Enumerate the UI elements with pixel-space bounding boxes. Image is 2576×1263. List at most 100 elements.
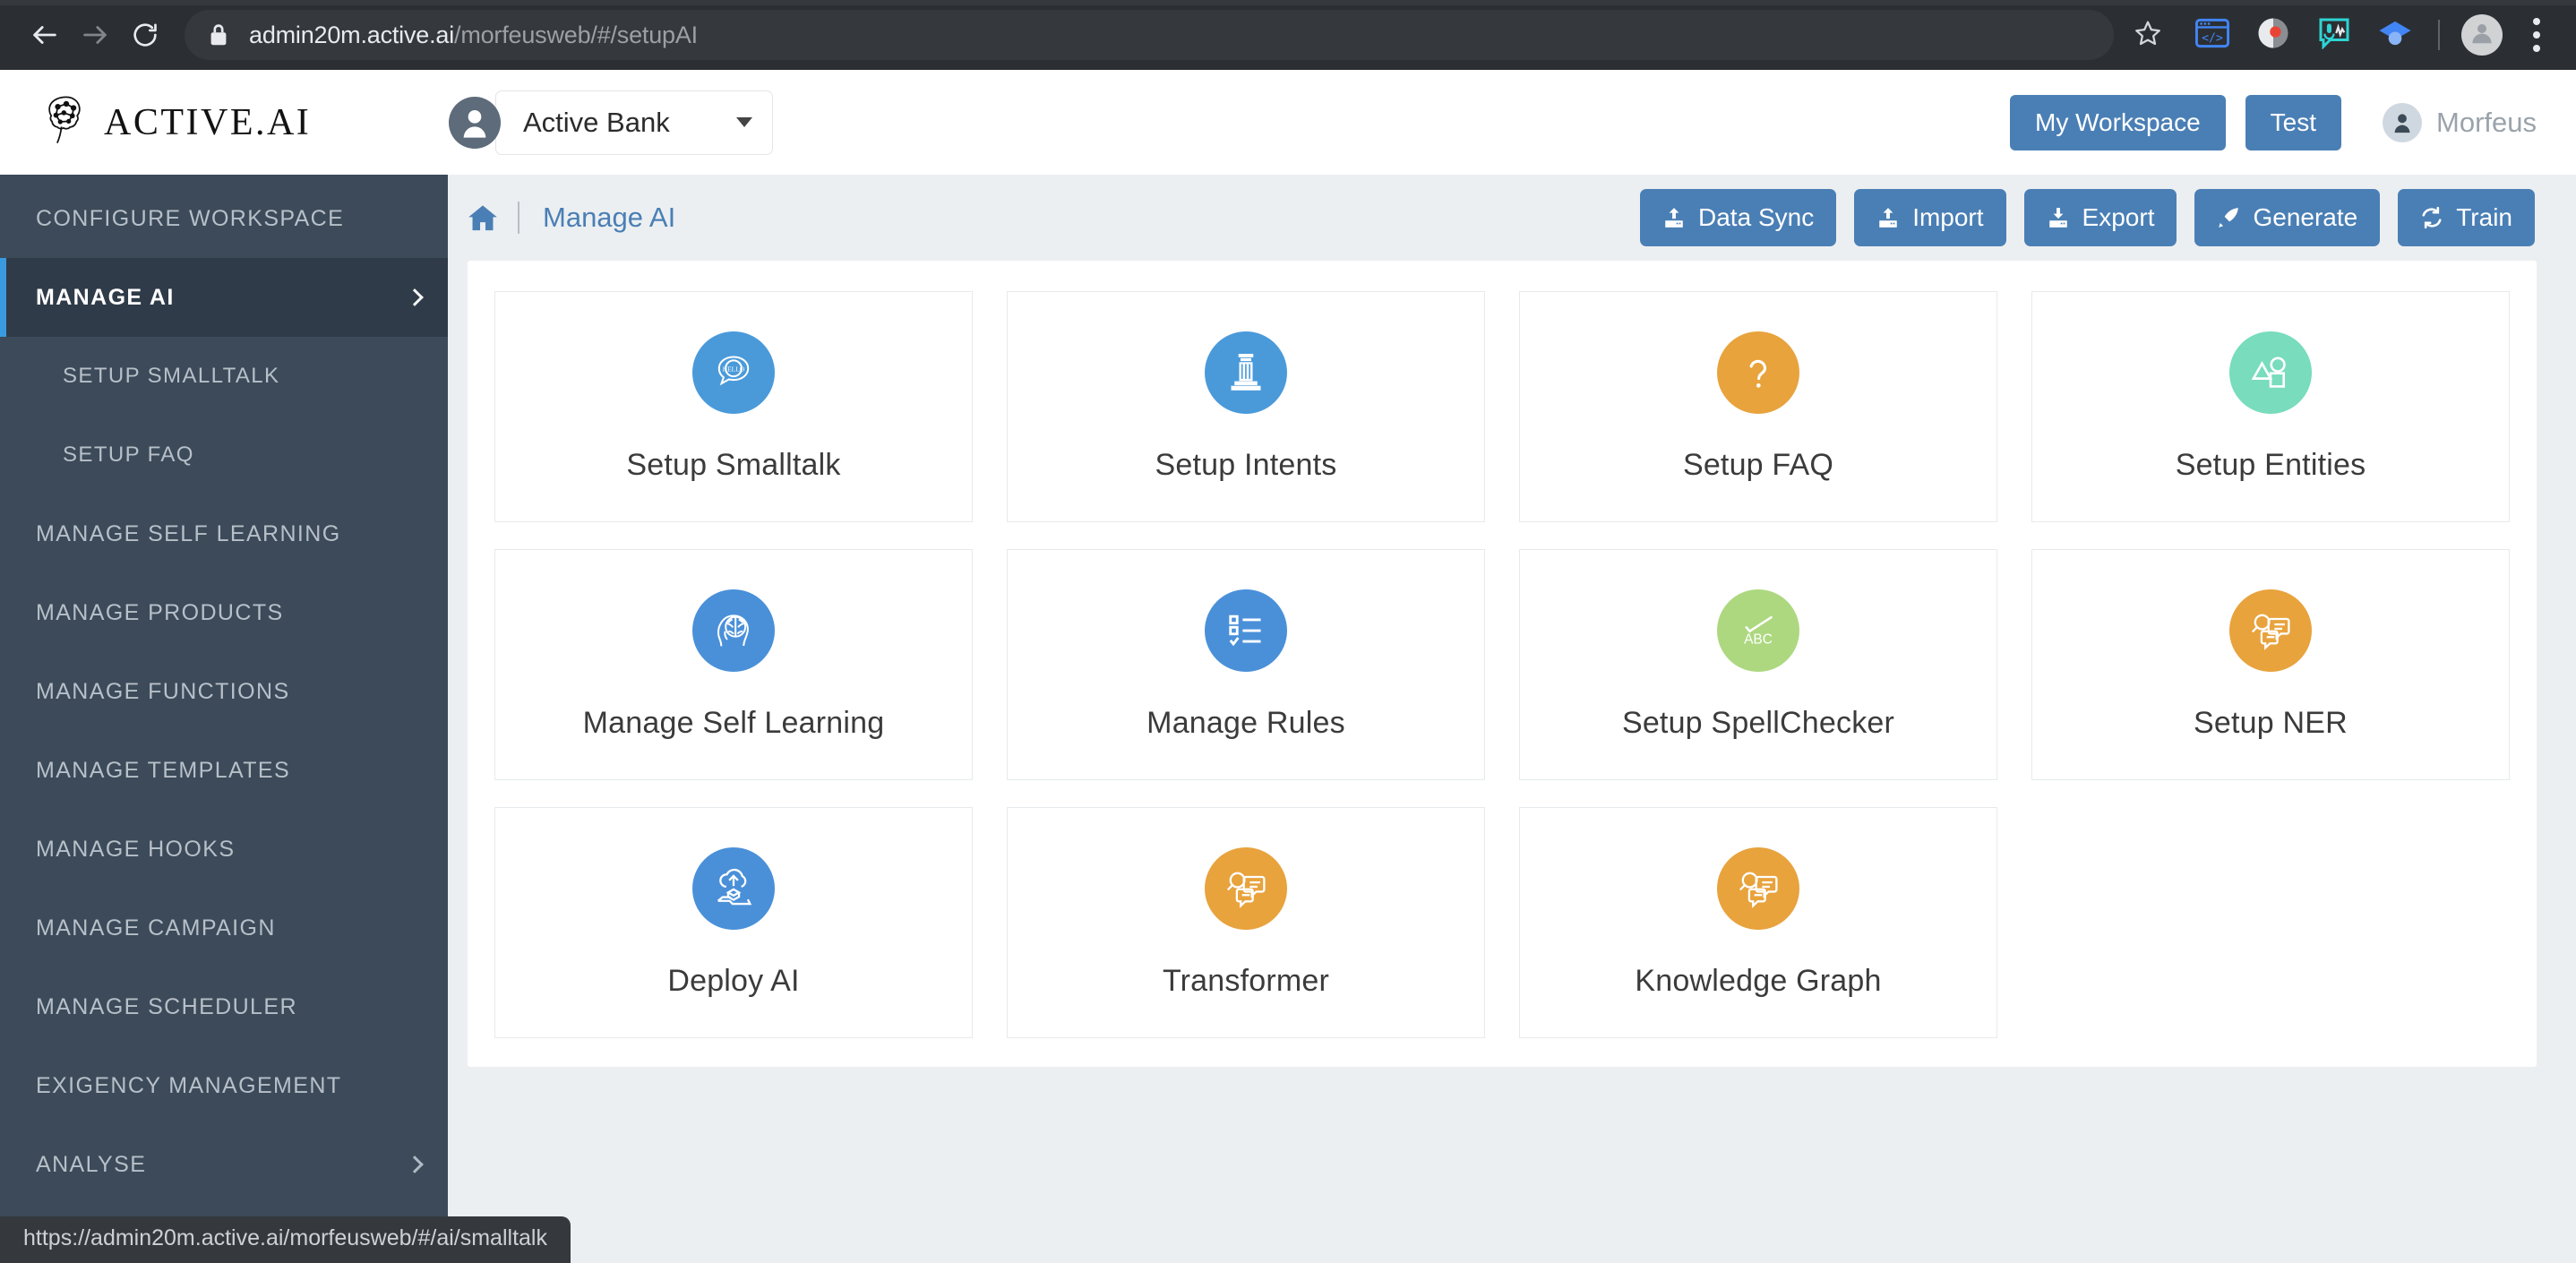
card-manage-self-learning[interactable]: Manage Self Learning bbox=[494, 549, 973, 780]
google-scholar-extension-icon bbox=[2378, 18, 2412, 53]
forward-arrow-icon bbox=[80, 20, 110, 50]
pocket-extension-icon bbox=[2257, 17, 2289, 54]
extension-pocket-button[interactable] bbox=[2250, 12, 2297, 58]
sidebar-item-manage-templates[interactable]: Manage Templates bbox=[0, 731, 448, 810]
toolbar-divider bbox=[2438, 20, 2440, 50]
toolbar-actions: Data Sync Import Export Generate Train bbox=[1640, 189, 2535, 246]
sidebar-item-label: Manage Self Learning bbox=[36, 520, 341, 546]
home-icon[interactable] bbox=[468, 203, 498, 232]
sidebar-item-manage-campaign[interactable]: Manage Campaign bbox=[0, 889, 448, 967]
extension-voice-recorder-button[interactable] bbox=[2311, 12, 2357, 58]
card-label: Knowledge Graph bbox=[1635, 964, 1882, 998]
svg-text:ABC: ABC bbox=[1744, 632, 1773, 648]
workspace-picker[interactable]: Active Bank bbox=[449, 90, 773, 155]
sidebar-item-setup-smalltalk[interactable]: Setup Smalltalk bbox=[0, 337, 448, 416]
brain-logo-icon bbox=[41, 92, 91, 152]
breadcrumb-current: Manage AI bbox=[543, 202, 676, 233]
sidebar-item-manage-products[interactable]: Manage Products bbox=[0, 573, 448, 652]
sidebar-item-setup-faq[interactable]: Setup FAQ bbox=[0, 416, 448, 494]
magnifier-chat-icon bbox=[1205, 847, 1287, 930]
workspace-select[interactable]: Active Bank bbox=[495, 90, 773, 155]
sidebar-item-analyse[interactable]: Analyse bbox=[0, 1125, 448, 1204]
chrome-profile-button[interactable] bbox=[2461, 14, 2503, 56]
sidebar-item-label: Manage Scheduler bbox=[36, 993, 297, 1019]
card-knowledge-graph[interactable]: Knowledge Graph bbox=[1519, 807, 1997, 1038]
button-label: Data Sync bbox=[1698, 203, 1815, 231]
sidebar-item-label: Configure Workspace bbox=[36, 205, 345, 231]
user-menu[interactable]: Morfeus bbox=[2383, 102, 2537, 142]
sidebar-item-label: Exigency Management bbox=[36, 1072, 342, 1098]
card-setup-ner[interactable]: Setup NER bbox=[2031, 549, 2510, 780]
import-button[interactable]: Import bbox=[1854, 189, 2006, 246]
sidebar-item-exigency-management[interactable]: Exigency Management bbox=[0, 1046, 448, 1125]
code-extension-icon: </> bbox=[2195, 18, 2229, 53]
card-setup-smalltalk[interactable]: HELLO Setup Smalltalk bbox=[494, 291, 973, 522]
breadcrumb-bar: Manage AI Data Sync Import Export Generate T… bbox=[448, 175, 2576, 261]
back-arrow-icon bbox=[30, 20, 60, 50]
card-setup-entities[interactable]: Setup Entities bbox=[2031, 291, 2510, 522]
sidebar-item-manage-functions[interactable]: Manage Functions bbox=[0, 652, 448, 731]
button-label: Export bbox=[2082, 203, 2155, 231]
cloud-upload-icon bbox=[692, 847, 775, 930]
back-button[interactable] bbox=[20, 10, 70, 60]
sidebar-item-manage-scheduler[interactable]: Manage Scheduler bbox=[0, 967, 448, 1046]
extension-google-scholar-button[interactable] bbox=[2372, 12, 2418, 58]
sidebar-item-manage-self-learning[interactable]: Manage Self Learning bbox=[0, 494, 448, 573]
card-label: Manage Self Learning bbox=[582, 706, 885, 740]
reload-button[interactable] bbox=[120, 10, 170, 60]
hello-speech-bubble-icon: HELLO bbox=[692, 331, 775, 414]
checklist-icon bbox=[1205, 589, 1287, 672]
sidebar-item-label: Manage Functions bbox=[36, 678, 290, 704]
question-mark-icon bbox=[1717, 331, 1799, 414]
test-button[interactable]: Test bbox=[2245, 94, 2342, 150]
browser-toolbar: admin20m.active.ai/morfeusweb/#/setupAI … bbox=[0, 0, 2576, 70]
app-logo[interactable]: ACTIVE.AI bbox=[41, 92, 449, 152]
card-label: Setup Intents bbox=[1155, 448, 1337, 482]
card-label: Setup NER bbox=[2194, 706, 2348, 740]
sidebar-item-label: Manage Campaign bbox=[36, 915, 276, 941]
extension-code-button[interactable]: </> bbox=[2189, 12, 2236, 58]
card-label: Transformer bbox=[1162, 964, 1330, 998]
bookmark-star-icon bbox=[2134, 19, 2162, 52]
card-deploy-ai[interactable]: Deploy AI bbox=[494, 807, 973, 1038]
chrome-menu-button[interactable] bbox=[2517, 12, 2556, 58]
workspace-avatar-icon bbox=[449, 96, 501, 149]
generate-button[interactable]: Generate bbox=[2194, 189, 2381, 246]
sidebar-item-manage-ai[interactable]: Manage AI bbox=[0, 258, 448, 337]
train-button[interactable]: Train bbox=[2398, 189, 2535, 246]
bookmark-button[interactable] bbox=[2123, 10, 2173, 60]
rocket-icon bbox=[2217, 206, 2240, 229]
magnifier-chat-icon bbox=[1717, 847, 1799, 930]
sidebar-item-configure-workspace[interactable]: Configure Workspace bbox=[0, 179, 448, 258]
chrome-menu-kebab-icon bbox=[2533, 18, 2540, 25]
card-label: Deploy AI bbox=[667, 964, 800, 998]
card-setup-spellchecker[interactable]: ABC Setup SpellChecker bbox=[1519, 549, 1997, 780]
head-brain-icon bbox=[692, 589, 775, 672]
lock-icon bbox=[208, 22, 229, 47]
workspace-name: Active Bank bbox=[523, 106, 670, 138]
svg-text:HELLO: HELLO bbox=[723, 365, 745, 374]
card-label: Setup FAQ bbox=[1682, 448, 1834, 482]
main-content: Manage AI Data Sync Import Export Generate T… bbox=[448, 175, 2576, 1263]
url-path: /morfeusweb/#/setupAI bbox=[454, 21, 698, 48]
sidebar-item-label: Setup Smalltalk bbox=[63, 364, 280, 388]
card-setup-intents[interactable]: Setup Intents bbox=[1007, 291, 1485, 522]
forward-button[interactable] bbox=[70, 10, 120, 60]
profile-avatar-icon bbox=[2469, 20, 2495, 51]
card-label: Setup Smalltalk bbox=[626, 448, 841, 482]
cards-panel: HELLO Setup Smalltalk Setup Intents Setup F… bbox=[468, 261, 2537, 1067]
sidebar-item-label: Manage Templates bbox=[36, 757, 291, 783]
export-button[interactable]: Export bbox=[2023, 189, 2177, 246]
data-sync-button[interactable]: Data Sync bbox=[1640, 189, 1837, 246]
card-setup-faq[interactable]: Setup FAQ bbox=[1519, 291, 1997, 522]
app-shell: Configure Workspace Manage AI Setup Smallt… bbox=[0, 175, 2576, 1263]
my-workspace-button[interactable]: My Workspace bbox=[2010, 94, 2226, 150]
sidebar-item-label: Analyse bbox=[36, 1151, 147, 1177]
card-manage-rules[interactable]: Manage Rules bbox=[1007, 549, 1485, 780]
app-header: ACTIVE.AI Active Bank My Workspace Test … bbox=[0, 70, 2576, 175]
url-text: admin20m.active.ai/morfeusweb/#/setupAI bbox=[249, 21, 698, 49]
card-transformer[interactable]: Transformer bbox=[1007, 807, 1485, 1038]
button-label: Import bbox=[1912, 203, 1984, 231]
sidebar-item-manage-hooks[interactable]: Manage Hooks bbox=[0, 810, 448, 889]
address-bar[interactable]: admin20m.active.ai/morfeusweb/#/setupAI bbox=[185, 10, 2114, 60]
